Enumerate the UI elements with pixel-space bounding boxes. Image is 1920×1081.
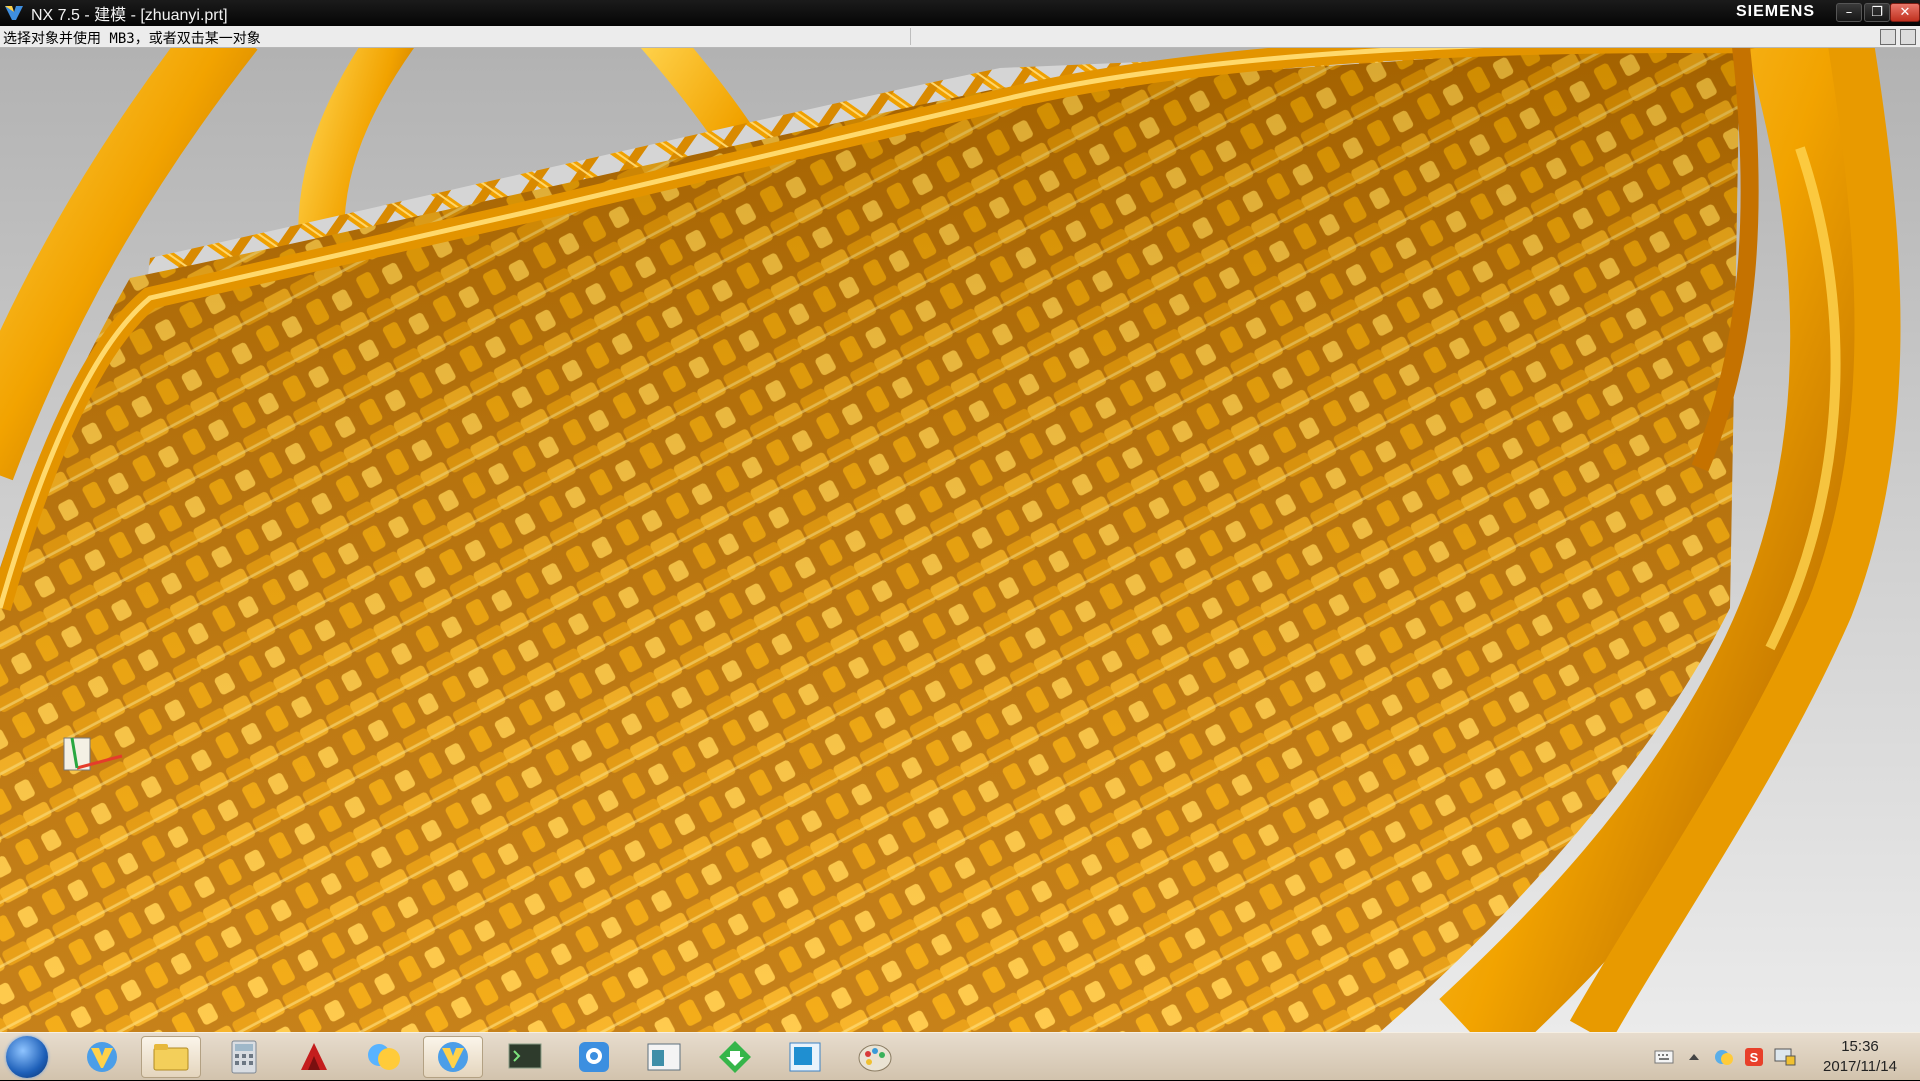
keyboard-icon[interactable]	[1654, 1050, 1674, 1064]
clock-date: 2017/11/14	[1823, 1058, 1897, 1075]
show-hidden-icon[interactable]	[1688, 1052, 1700, 1062]
terminal-icon[interactable]	[495, 1036, 555, 1078]
windows-taskbar: S 15:36 2017/11/14	[0, 1032, 1920, 1080]
start-button-icon[interactable]	[6, 1036, 48, 1078]
restore-button[interactable]: ❐	[1864, 3, 1890, 22]
qq-icon[interactable]	[564, 1036, 624, 1078]
window-title: NX 7.5 - 建模 - [zhuanyi.prt]	[31, 7, 228, 24]
cue-line: 选择对象并使用 MB3，或者双击某一对象	[0, 26, 1920, 48]
nx-active-icon[interactable]	[423, 1036, 483, 1078]
minimize-button[interactable]: –	[1836, 3, 1862, 22]
woven-chair-model	[0, 48, 1901, 1032]
desktop-icon[interactable]	[775, 1036, 835, 1078]
cue-line-text: 选择对象并使用 MB3，或者双击某一对象	[3, 31, 261, 47]
graphics-window[interactable]	[0, 48, 1920, 1032]
download-icon[interactable]	[705, 1036, 765, 1078]
taskbar-clock[interactable]: 15:36 2017/11/14	[1800, 1037, 1920, 1077]
explorer-icon[interactable]	[141, 1036, 201, 1078]
autocad-icon[interactable]	[284, 1036, 344, 1078]
seat-shading	[0, 48, 1740, 1032]
network-icon[interactable]	[1714, 1048, 1734, 1066]
system-tray: S	[1654, 1033, 1796, 1081]
window-manager-icon[interactable]	[634, 1036, 694, 1078]
calculator-icon[interactable]	[214, 1036, 274, 1078]
display-icon[interactable]	[1774, 1048, 1796, 1066]
messenger-icon[interactable]	[354, 1036, 414, 1078]
window-titlebar[interactable]: NX 7.5 - 建模 - [zhuanyi.prt] SIEMENS – ❐ …	[0, 0, 1920, 26]
fullscreen-toggle-icon[interactable]	[1900, 29, 1916, 45]
clock-time: 15:36	[1841, 1038, 1879, 1055]
cue-line-divider	[910, 28, 911, 45]
nx-app-icon[interactable]	[72, 1036, 132, 1078]
status-toggle-icon[interactable]	[1880, 29, 1896, 45]
paint-icon[interactable]	[845, 1036, 905, 1078]
nx-logo-icon	[5, 6, 23, 20]
sogou-input-icon[interactable]: S	[1744, 1047, 1764, 1067]
svg-text:S: S	[1750, 1050, 1759, 1065]
siemens-brand: SIEMENS	[1736, 3, 1816, 20]
close-button[interactable]: ✕	[1890, 3, 1920, 22]
